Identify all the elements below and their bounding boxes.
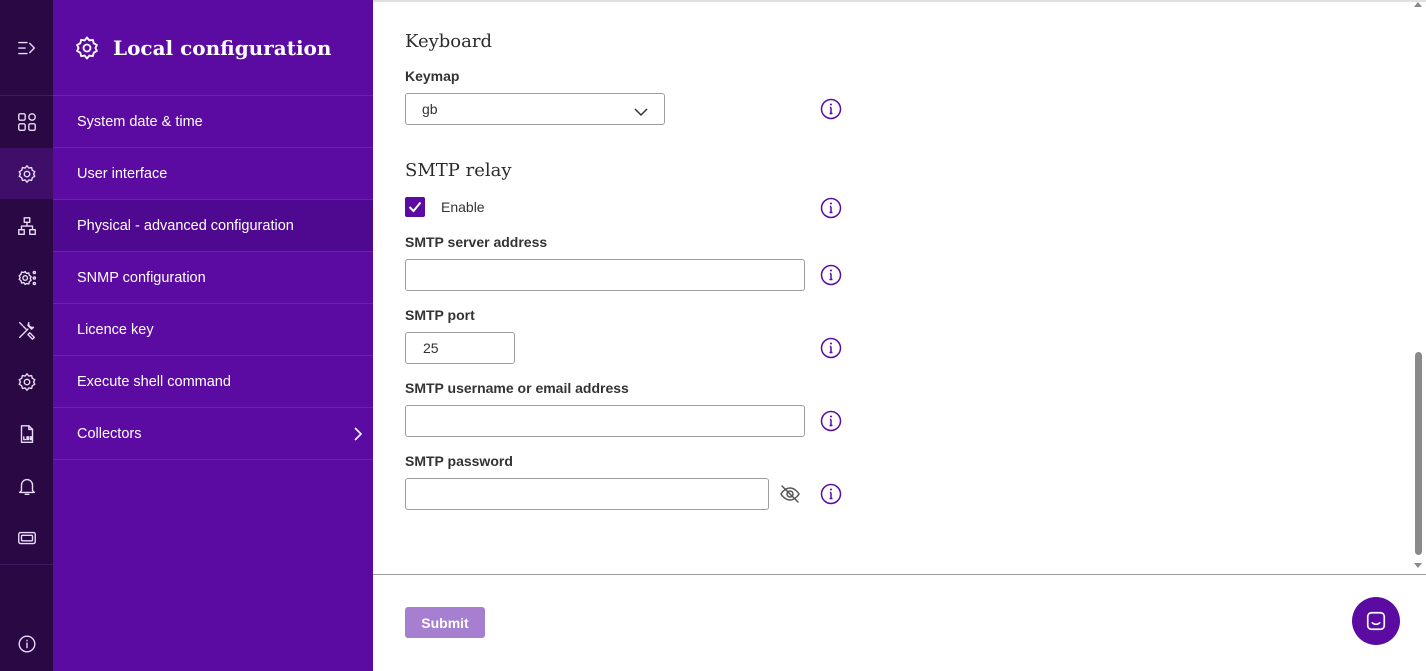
cog-network-icon[interactable] [0,252,53,303]
scroll-up-arrow-icon[interactable] [1414,2,1422,7]
chevron-right-icon [353,427,363,441]
info-icon[interactable] [820,264,842,286]
main-content: Keyboard Keymap gb SMTP relay Enable SMT… [373,0,1426,671]
nav-item-label: Physical - advanced configuration [77,217,294,234]
settings-cog-icon[interactable] [0,148,53,199]
keymap-select[interactable]: gb [405,93,665,125]
rail-divider [0,564,53,565]
top-border [373,0,1426,2]
eye-off-icon[interactable] [779,484,801,504]
smtp-port-label: SMTP port [405,307,475,323]
scrollbar[interactable] [1411,0,1426,574]
info-icon[interactable] [820,337,842,359]
nav-item-label: Collectors [77,425,142,442]
nav-item-licence-key[interactable]: Licence key [53,304,373,356]
nav-item-label: Licence key [77,321,154,338]
smtp-server-input[interactable] [405,259,805,291]
page-title: Local configuration [113,36,332,60]
nav-item-collectors[interactable]: Collectors [53,408,373,460]
nav-item-label: Execute shell command [77,373,231,390]
nav-header: Local configuration [53,0,373,96]
info-icon[interactable] [820,483,842,505]
nav-item-system-date-time[interactable]: System date & time [53,96,373,148]
ticket-icon[interactable] [0,512,53,563]
chevron-down-icon [634,104,648,117]
nav-item-label: SNMP configuration [77,269,206,286]
smtp-enable-checkbox[interactable] [405,197,425,217]
nav-item-user-interface[interactable]: User interface [53,148,373,200]
tools-icon[interactable] [0,304,53,355]
smtp-password-label: SMTP password [405,453,513,469]
nav-item-label: System date & time [77,113,203,130]
chat-icon [1366,611,1386,631]
collapse-menu-icon[interactable] [0,22,53,73]
smtp-username-label: SMTP username or email address [405,380,629,396]
nav-item-snmp[interactable]: SNMP configuration [53,252,373,304]
info-icon[interactable] [820,197,842,219]
smtp-username-input[interactable] [405,405,805,437]
network-topology-icon[interactable] [0,200,53,251]
footer-divider [373,574,1426,575]
settings-cog-icon [73,34,101,62]
submit-button[interactable]: Submit [405,607,485,638]
nav-item-label: User interface [77,165,168,182]
info-icon[interactable] [820,410,842,432]
nav-panel: Local configuration System date & time U… [53,0,373,671]
bell-icon[interactable] [0,460,53,511]
gear-icon[interactable] [0,356,53,407]
keymap-selected-value: gb [422,101,438,117]
smtp-port-input[interactable] [405,332,515,364]
dashboard-grid-icon[interactable] [0,96,53,147]
keyboard-section-title: Keyboard [405,31,493,52]
log-file-icon[interactable] [0,408,53,459]
chat-launcher-button[interactable] [1352,597,1400,645]
smtp-section-title: SMTP relay [405,160,512,181]
info-icon[interactable] [820,98,842,120]
smtp-password-input[interactable] [405,478,769,510]
nav-item-shell-command[interactable]: Execute shell command [53,356,373,408]
nav-item-physical-advanced[interactable]: Physical - advanced configuration [53,200,373,252]
scrollbar-thumb[interactable] [1415,352,1422,555]
smtp-enable-label: Enable [441,199,485,215]
smtp-server-label: SMTP server address [405,234,548,250]
scroll-down-arrow-icon[interactable] [1414,563,1422,568]
keymap-label: Keymap [405,68,460,84]
info-icon[interactable] [0,618,53,669]
icon-rail [0,0,53,671]
